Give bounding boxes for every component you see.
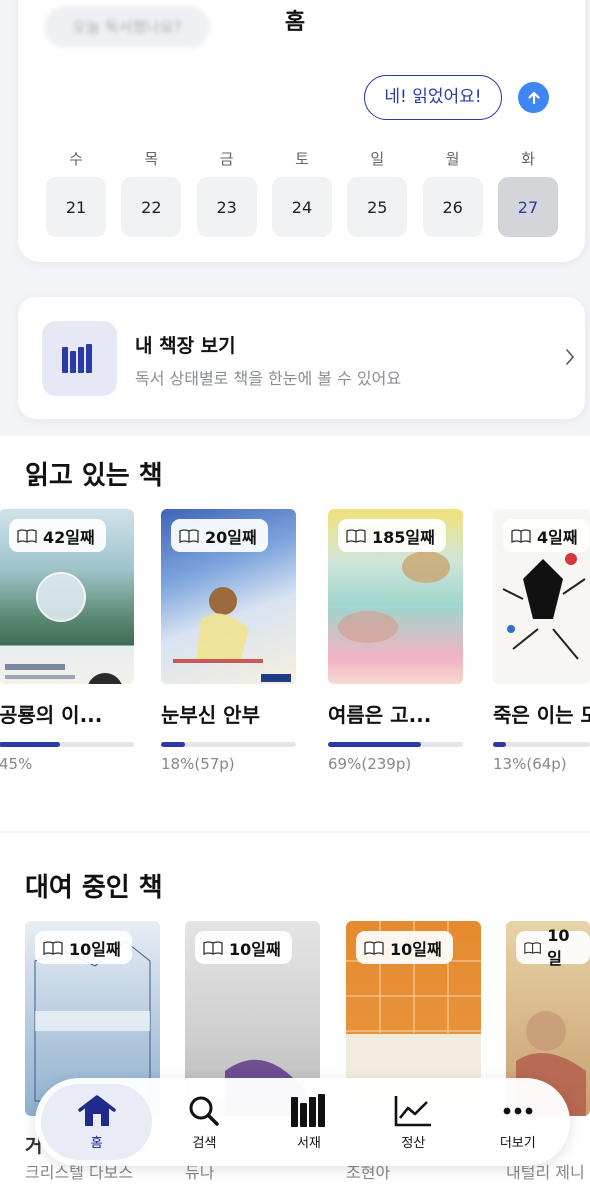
progress-fill [328, 742, 422, 747]
calendar-day-today[interactable]: 화 27 [497, 148, 558, 237]
progress-bar [0, 742, 134, 747]
bottom-navigation: 홈 검색 서재 정산 더보기 [35, 1078, 570, 1166]
open-book-icon [43, 940, 63, 955]
date-cell-today[interactable]: 27 [497, 177, 558, 237]
search-icon [189, 1096, 220, 1126]
date-cell[interactable]: 23 [196, 177, 257, 237]
reading-days-badge: 185일째 [338, 519, 446, 552]
progress-text: 69%(239p) [328, 755, 412, 773]
weekday-label: 목 [144, 150, 159, 168]
nav-home[interactable]: 홈 [41, 1084, 153, 1160]
progress-fill [493, 742, 506, 747]
badge-text: 42일째 [43, 527, 95, 547]
badge-text: 10일째 [390, 939, 442, 959]
nav-settlement[interactable]: 정산 [361, 1084, 465, 1160]
date-cell[interactable]: 21 [46, 177, 106, 237]
badge-text: 10일째 [69, 939, 121, 959]
reading-days-badge: 4일째 [503, 519, 589, 552]
progress-bar [493, 742, 590, 747]
calendar-day[interactable]: 토 24 [271, 148, 332, 237]
chevron-right-icon [566, 349, 575, 365]
badge-text: 185일째 [372, 527, 435, 547]
calendar-day[interactable]: 금 23 [196, 148, 257, 237]
reading-section-title: 읽고 있는 책 [25, 461, 163, 491]
nav-label: 정산 [401, 1135, 426, 1151]
library-icon [290, 1093, 325, 1127]
open-book-icon [511, 528, 531, 543]
progress-text: 18%(57p) [161, 755, 235, 773]
date-cell[interactable]: 26 [422, 177, 483, 237]
week-calendar: 수 21 목 22 금 23 토 24 일 25 월 26 화 27 [46, 148, 558, 237]
calendar-day[interactable]: 월 26 [422, 148, 483, 237]
progress-fill [161, 742, 186, 747]
open-book-icon [346, 528, 366, 543]
weekday-label: 일 [370, 150, 385, 168]
weekday-label: 토 [295, 150, 309, 168]
send-button[interactable] [518, 82, 549, 113]
badge-text: 4일째 [537, 527, 578, 547]
lending-days-badge: 10일 [516, 926, 590, 968]
reply-button[interactable]: 네! 읽었어요! [364, 75, 502, 120]
progress-text: 13%(64p) [493, 755, 567, 773]
weekday-label: 월 [445, 150, 460, 168]
book-title: 죽은 이는 모 [493, 703, 590, 727]
lending-days-badge: 10일째 [195, 931, 292, 964]
lending-section-title: 대여 중인 책 [25, 873, 163, 903]
nav-library[interactable]: 서재 [257, 1084, 361, 1160]
bookshelf-subtitle: 독서 상태별로 책을 한눈에 볼 수 있어요 [135, 369, 402, 388]
reading-book-card[interactable]: 20일째 눈부신 안부 18%(57p) [161, 509, 296, 799]
open-book-icon [524, 941, 541, 954]
weekday-label: 금 [219, 150, 234, 168]
library-icon [61, 343, 92, 373]
nav-label: 검색 [192, 1135, 217, 1151]
open-book-icon [179, 528, 199, 543]
date-cell[interactable]: 24 [271, 177, 332, 237]
lending-days-badge: 10일째 [35, 931, 132, 964]
more-icon [503, 1107, 533, 1114]
bookshelf-title: 내 책장 보기 [135, 335, 236, 357]
weekday-label: 화 [521, 150, 535, 168]
badge-text: 10일째 [229, 939, 281, 959]
date-cell[interactable]: 25 [347, 177, 408, 237]
reading-book-card[interactable]: 42일째 공룡의 이... 45% [0, 509, 134, 799]
home-icon [77, 1094, 116, 1126]
reading-days-badge: 20일째 [171, 519, 268, 552]
book-title: 공룡의 이... [0, 703, 103, 727]
page-title: 홈 [284, 10, 306, 35]
reading-book-card[interactable]: 4일째 죽은 이는 모 13%(64p) [493, 509, 590, 799]
calendar-day[interactable]: 수 21 [46, 148, 106, 237]
book-title: 여름은 고... [328, 703, 432, 727]
nav-label: 서재 [296, 1135, 321, 1151]
badge-text: 10일 [547, 926, 570, 968]
progress-text: 45% [0, 755, 33, 773]
lending-days-badge: 10일째 [356, 931, 453, 964]
calendar-day[interactable]: 일 25 [347, 148, 408, 237]
reading-days-badge: 42일째 [9, 519, 106, 552]
weekday-label: 수 [69, 150, 83, 168]
arrow-up-icon [527, 91, 540, 104]
open-book-icon [203, 940, 223, 955]
progress-fill [0, 742, 60, 747]
open-book-icon [17, 528, 37, 543]
nav-search[interactable]: 검색 [152, 1084, 256, 1160]
bookshelf-card[interactable]: 내 책장 보기 독서 상태별로 책을 한눈에 볼 수 있어요 [18, 297, 585, 419]
nav-more[interactable]: 더보기 [466, 1084, 570, 1160]
bookshelf-icon-tile [42, 321, 117, 396]
badge-text: 20일째 [205, 527, 257, 547]
reading-book-card[interactable]: 185일째 여름은 고... 69%(239p) [328, 509, 463, 799]
calendar-day[interactable]: 목 22 [121, 148, 182, 237]
nav-label: 더보기 [499, 1135, 536, 1151]
open-book-icon [364, 940, 384, 955]
date-cell[interactable]: 22 [121, 177, 182, 237]
progress-bar [328, 742, 463, 747]
nav-label: 홈 [90, 1135, 103, 1151]
chart-icon [395, 1095, 432, 1126]
book-title: 눈부신 안부 [161, 703, 260, 727]
progress-bar [161, 742, 296, 747]
